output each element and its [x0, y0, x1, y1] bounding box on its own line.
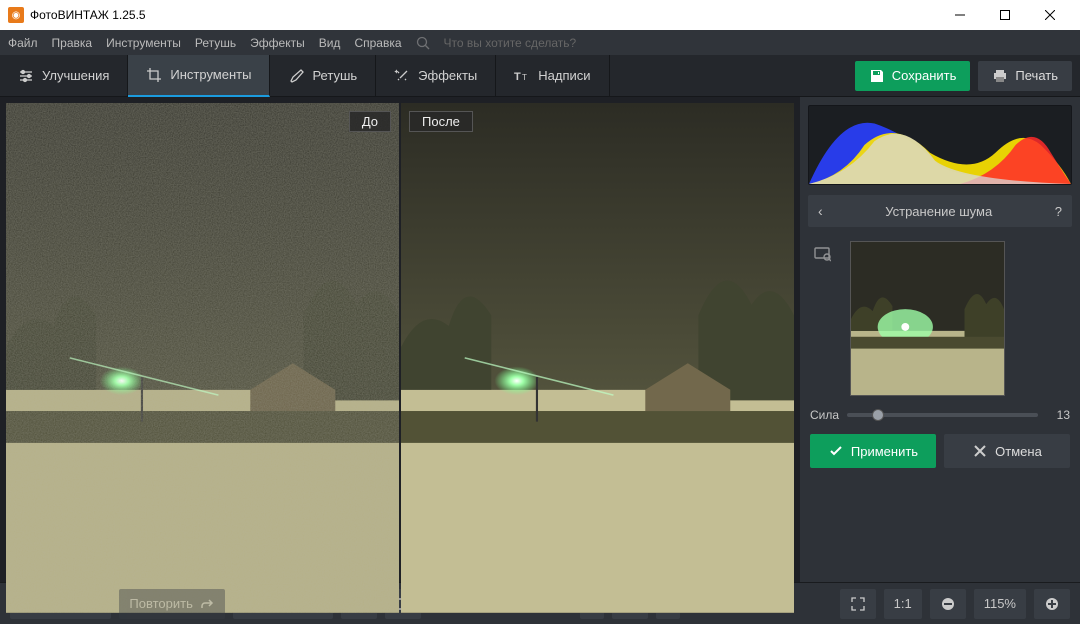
panel-title: Устранение шума	[823, 204, 1055, 219]
viewer: До После	[0, 97, 800, 582]
fit-icon	[850, 596, 866, 612]
zoom-1to1-button[interactable]: 1:1	[884, 589, 922, 619]
compare-icon[interactable]	[810, 241, 834, 265]
menubar: Файл Правка Инструменты Ретушь Эффекты В…	[0, 30, 1080, 55]
cancel-label: Отмена	[995, 444, 1042, 459]
print-icon	[992, 68, 1008, 84]
menu-tools[interactable]: Инструменты	[106, 36, 181, 50]
apply-button[interactable]: Применить	[810, 434, 936, 468]
slider-thumb[interactable]	[872, 409, 884, 421]
menu-effects[interactable]: Эффекты	[250, 36, 305, 50]
before-label: До	[349, 111, 391, 132]
save-label: Сохранить	[892, 68, 957, 83]
save-button[interactable]: Сохранить	[855, 61, 971, 91]
maximize-button[interactable]	[982, 0, 1027, 30]
toolbar: Улучшения Инструменты Ретушь Эффекты TT …	[0, 55, 1080, 97]
search-hint[interactable]: Что вы хотите сделать?	[444, 36, 577, 50]
menu-view[interactable]: Вид	[319, 36, 341, 50]
redo-button[interactable]: Повторить	[119, 589, 224, 619]
plus-icon	[1044, 596, 1060, 612]
zoom-percent[interactable]: 115%	[974, 589, 1026, 619]
tab-enhance[interactable]: Улучшения	[0, 55, 128, 97]
slider-track[interactable]	[847, 413, 1038, 417]
tab-text-label: Надписи	[538, 68, 590, 83]
svg-text:T: T	[522, 73, 527, 82]
zoom-pct-label: 115%	[984, 596, 1016, 611]
tab-effects-label: Эффекты	[418, 68, 477, 83]
print-label: Печать	[1015, 68, 1058, 83]
tab-retouch-label: Ретушь	[312, 68, 357, 83]
fit-screen-button[interactable]	[840, 589, 876, 619]
menu-help[interactable]: Справка	[354, 36, 401, 50]
panel-header: ‹ Устранение шума ?	[808, 195, 1072, 227]
svg-text:T: T	[514, 71, 521, 83]
strength-slider: Сила 13	[810, 408, 1070, 422]
tab-text[interactable]: TT Надписи	[496, 55, 609, 97]
check-icon	[828, 443, 844, 459]
window-titlebar: ◉ ФотоВИНТАЖ 1.25.5	[0, 0, 1080, 30]
tab-retouch[interactable]: Ретушь	[270, 55, 376, 97]
apply-label: Применить	[851, 444, 918, 459]
zoom-out-button[interactable]	[930, 589, 966, 619]
zoom-in-button[interactable]	[1034, 589, 1070, 619]
tab-tools[interactable]: Инструменты	[128, 55, 270, 97]
minimize-button[interactable]	[937, 0, 982, 30]
sidebar: ‹ Устранение шума ?	[800, 97, 1080, 582]
compare-view: До После	[6, 103, 794, 613]
close-button[interactable]	[1027, 0, 1072, 30]
menu-file[interactable]: Файл	[8, 36, 38, 50]
window-title: ФотоВИНТАЖ 1.25.5	[30, 8, 146, 22]
after-pane[interactable]: После	[401, 103, 794, 613]
histogram[interactable]	[808, 105, 1072, 185]
before-pane[interactable]: До	[6, 103, 399, 613]
tab-effects[interactable]: Эффекты	[376, 55, 496, 97]
crop-icon	[146, 67, 162, 83]
text-icon: TT	[514, 68, 530, 84]
strength-label: Сила	[810, 408, 839, 422]
minus-icon	[940, 596, 956, 612]
print-button[interactable]: Печать	[978, 61, 1072, 91]
redo-label: Повторить	[129, 596, 192, 611]
redo-icon	[199, 596, 215, 612]
help-button[interactable]: ?	[1055, 204, 1062, 219]
after-label: После	[409, 111, 473, 132]
zoom-ratio-label: 1:1	[894, 596, 912, 611]
strength-value: 13	[1046, 408, 1070, 422]
app-icon: ◉	[8, 7, 24, 23]
save-icon	[869, 68, 885, 84]
sliders-icon	[18, 68, 34, 84]
tab-enhance-label: Улучшения	[42, 68, 109, 83]
preview-thumbnail[interactable]	[850, 241, 1005, 396]
wand-icon	[394, 68, 410, 84]
panel-body: Сила 13 Применить Отмена	[808, 237, 1072, 472]
brush-icon	[288, 68, 304, 84]
search-icon[interactable]	[416, 36, 430, 50]
content-area: До После	[0, 97, 1080, 582]
menu-retouch[interactable]: Ретушь	[195, 36, 236, 50]
tab-tools-label: Инструменты	[170, 67, 251, 82]
menu-edit[interactable]: Правка	[52, 36, 93, 50]
x-icon	[972, 443, 988, 459]
cancel-button[interactable]: Отмена	[944, 434, 1070, 468]
